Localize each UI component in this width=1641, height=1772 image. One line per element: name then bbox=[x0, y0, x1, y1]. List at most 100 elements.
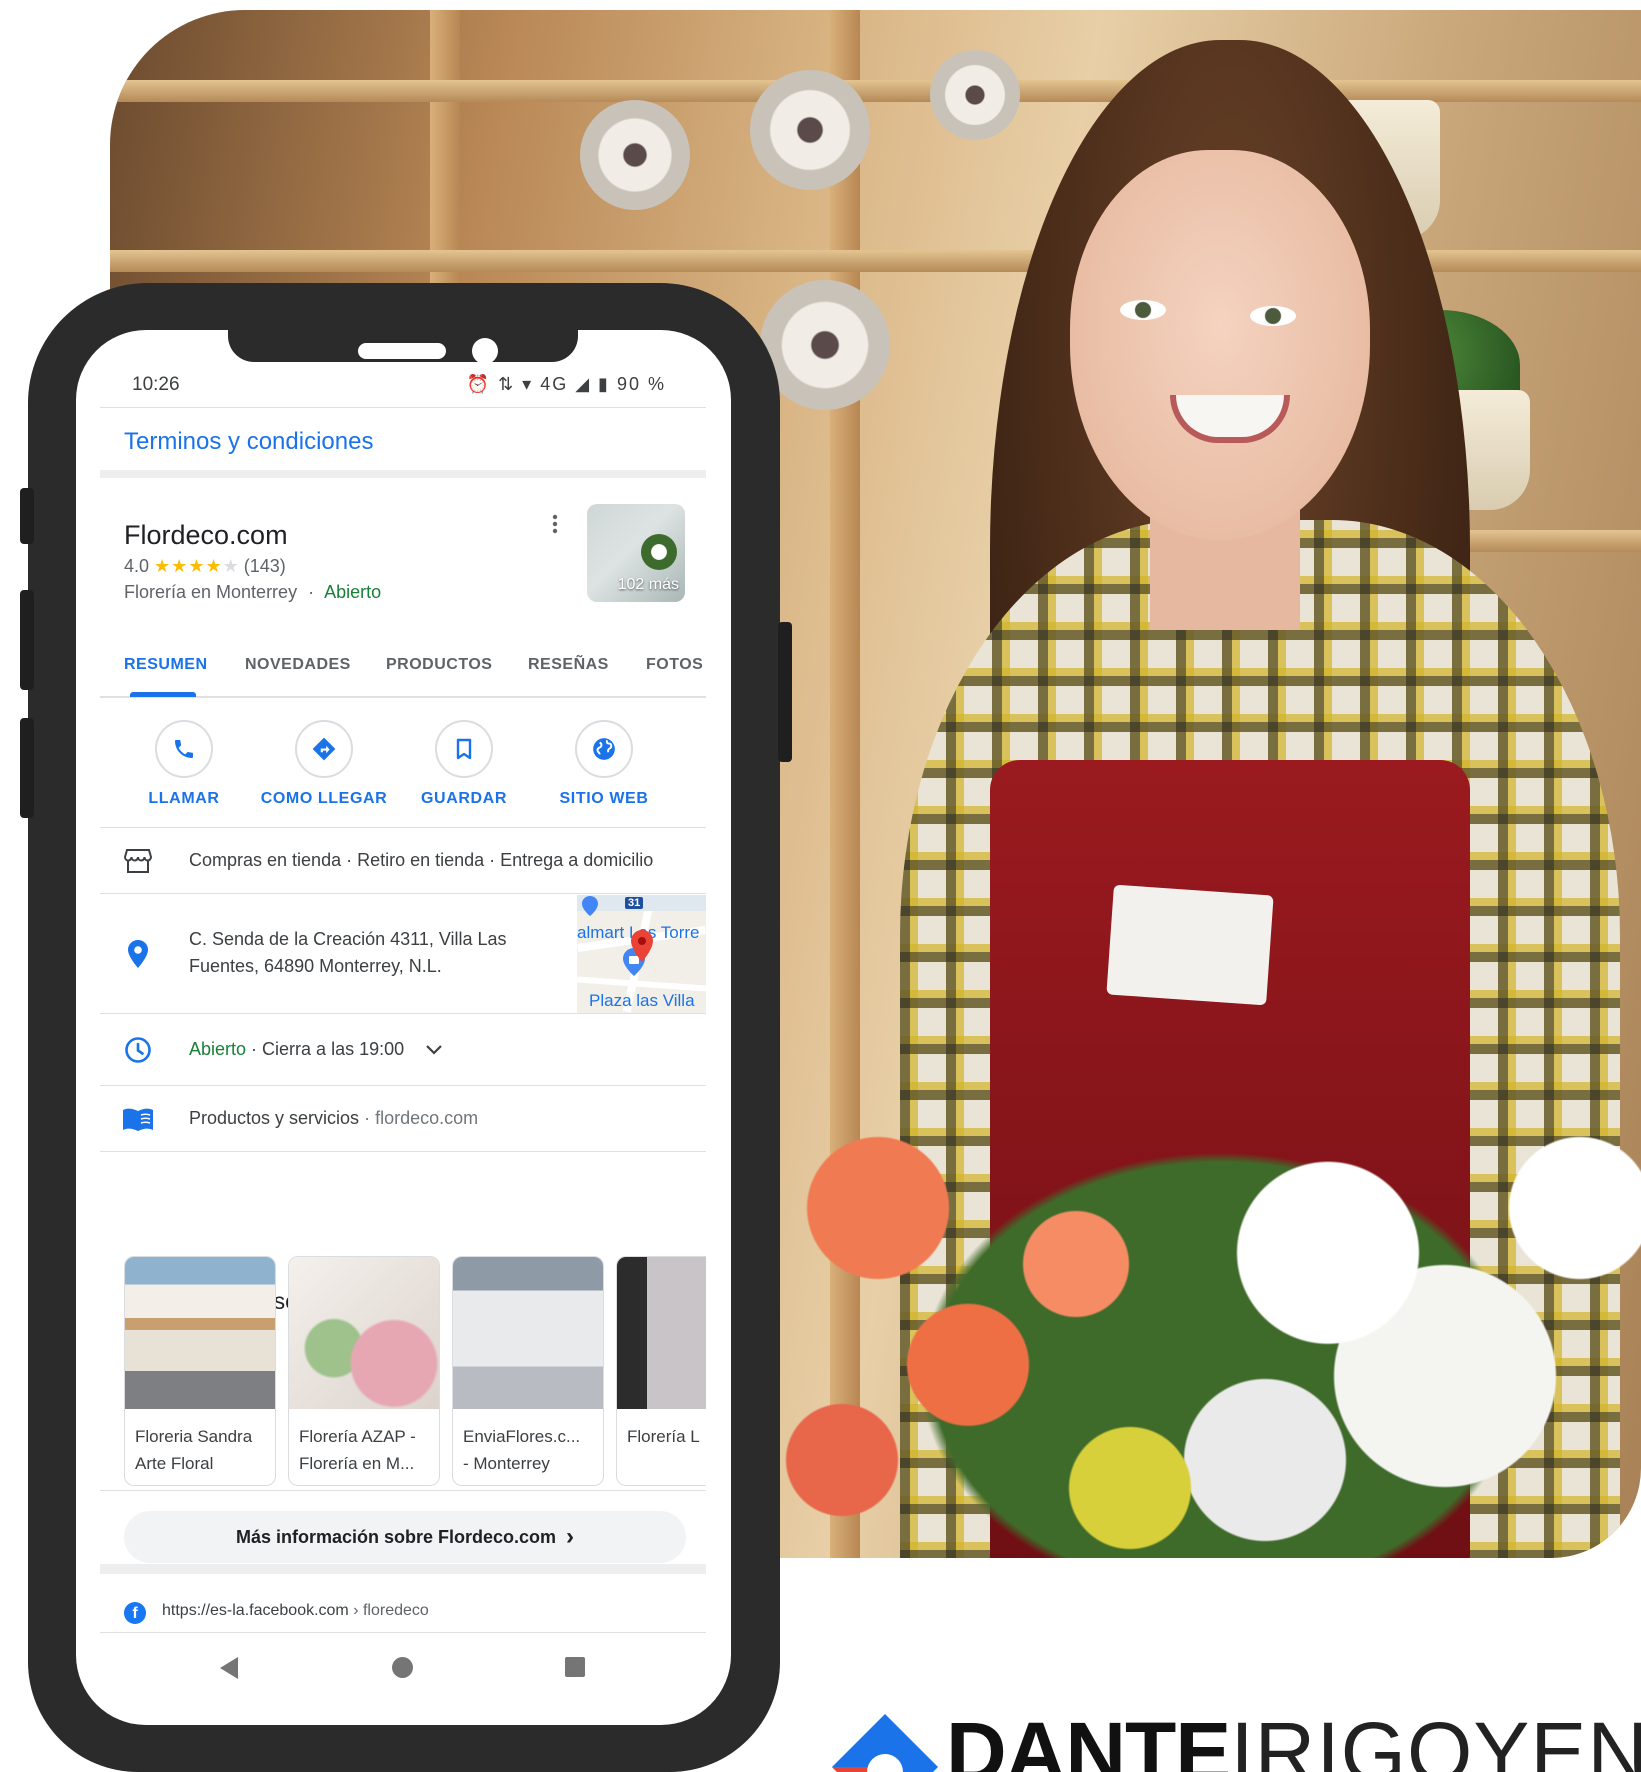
related-card-2[interactable]: Florería AZAP - Florería en M... bbox=[288, 1256, 440, 1486]
active-tab-indicator bbox=[130, 692, 196, 697]
tab-productos[interactable]: PRODUCTOS bbox=[386, 656, 492, 674]
more-vert-icon[interactable] bbox=[552, 514, 558, 540]
terms-section: Terminos y condiciones bbox=[100, 408, 706, 478]
home-icon[interactable] bbox=[392, 1657, 413, 1678]
address-row[interactable]: C. Senda de la Creación 4311, Villa Las … bbox=[100, 894, 706, 1014]
save-button[interactable]: GUARDAR bbox=[394, 720, 534, 808]
brand-wordmark: DANTEIRIGOYEN bbox=[946, 1710, 1641, 1772]
products-text: Productos y servicios · flordeco.com bbox=[189, 1105, 478, 1132]
action-buttons: LLAMAR COMO LLEGAR GUARDAR SITIO WEB bbox=[100, 700, 706, 828]
more-info-section: Más información sobre Flordeco.com › bbox=[100, 1490, 706, 1574]
ribbon-spool bbox=[760, 280, 890, 410]
tab-novedades[interactable]: NOVEDADES bbox=[245, 656, 351, 674]
flower-bouquet bbox=[770, 1040, 1641, 1558]
shelf-board bbox=[110, 80, 1641, 102]
ribbon-spool bbox=[750, 70, 870, 190]
ribbon-spool bbox=[580, 100, 690, 210]
name-tag bbox=[1106, 884, 1274, 1006]
map-road bbox=[577, 976, 706, 992]
business-photo-thumbnail[interactable]: 102 más bbox=[587, 504, 685, 602]
photo-count: 102 más bbox=[617, 576, 679, 593]
woman-eye bbox=[1250, 306, 1296, 326]
facebook-url: https://es-la.facebook.com › floredeco bbox=[162, 1602, 429, 1620]
address-text: C. Senda de la Creación 4311, Villa Las … bbox=[189, 926, 507, 980]
related-card-3[interactable]: EnviaFlores.c... - Monterrey bbox=[452, 1256, 604, 1486]
map-thumbnail[interactable]: 31 almart Las Torre Plaza las Villa bbox=[577, 895, 706, 1013]
category-separator: · bbox=[308, 582, 315, 602]
tab-bar: RESUMEN NOVEDADES PRODUCTOS RESEÑAS FOTO… bbox=[100, 638, 706, 698]
terms-link[interactable]: Terminos y condiciones bbox=[124, 428, 373, 456]
phone-power-button bbox=[778, 622, 792, 762]
brand-name-bold: DANTE bbox=[946, 1706, 1231, 1772]
directions-icon bbox=[295, 720, 353, 778]
hours-row[interactable]: Abierto · Cierra a las 19:00 bbox=[100, 1014, 706, 1086]
business-category-line: Florería en Monterrey · Abierto bbox=[124, 582, 381, 603]
recent-apps-icon[interactable] bbox=[565, 1657, 585, 1677]
back-icon[interactable] bbox=[220, 1657, 238, 1679]
services-row: Compras en tienda · Retiro en tienda · E… bbox=[100, 828, 706, 894]
star-empty-icon: ★ bbox=[222, 556, 239, 576]
phone-volume-up bbox=[20, 590, 34, 690]
related-subtitle-2: Florería en M... bbox=[299, 1454, 415, 1473]
globe-icon bbox=[575, 720, 633, 778]
map-poi-icon bbox=[582, 896, 598, 916]
clock-icon bbox=[122, 1034, 154, 1066]
phone-speaker bbox=[358, 343, 446, 359]
related-title-2: Florería AZAP - bbox=[299, 1427, 416, 1446]
call-button[interactable]: LLAMAR bbox=[114, 720, 254, 808]
business-header: Flordeco.com 4.0 ★★★★★ (143) Florería en… bbox=[100, 486, 706, 606]
tab-resenas[interactable]: RESEÑAS bbox=[528, 656, 609, 674]
status-icons: ⏰ ⇅ ▾ 4G ◢ ▮ 90 % bbox=[467, 374, 666, 395]
hours-close-time: · Cierra a las 19:00 bbox=[246, 1039, 405, 1059]
business-rating[interactable]: 4.0 ★★★★★ (143) bbox=[124, 556, 286, 577]
status-time: 10:26 bbox=[132, 374, 180, 395]
bookmark-icon bbox=[435, 720, 493, 778]
tab-fotos[interactable]: FOTOS bbox=[646, 656, 703, 674]
chevron-right-icon: › bbox=[566, 1523, 575, 1550]
products-row[interactable]: Productos y servicios · flordeco.com bbox=[100, 1086, 706, 1152]
hours-open-status: Abierto bbox=[189, 1039, 247, 1059]
more-info-button[interactable]: Más información sobre Flordeco.com › bbox=[124, 1511, 686, 1563]
facebook-path: › floredeco bbox=[348, 1602, 429, 1619]
facebook-result[interactable]: f https://es-la.facebook.com › floredeco bbox=[100, 1584, 706, 1626]
map-highway-shield: 31 bbox=[625, 897, 644, 909]
related-subtitle-3: - Monterrey bbox=[463, 1454, 550, 1473]
chevron-down-icon[interactable] bbox=[425, 1044, 443, 1056]
menu-book-icon bbox=[122, 1103, 154, 1135]
address-line-2: Fuentes, 64890 Monterrey, N.L. bbox=[189, 956, 442, 976]
brand-name-light: IRIGOYEN bbox=[1230, 1706, 1641, 1772]
more-info-label: Más información sobre Flordeco.com bbox=[235, 1526, 557, 1547]
related-card-1[interactable]: Floreria Sandra Arte Floral bbox=[124, 1256, 276, 1486]
products-label: Productos y servicios bbox=[189, 1108, 360, 1128]
related-image-2 bbox=[289, 1257, 439, 1409]
directions-button[interactable]: COMO LLEGAR bbox=[254, 720, 394, 808]
hours-text: Abierto · Cierra a las 19:00 bbox=[189, 1036, 443, 1063]
related-caption-2: Florería AZAP - Florería en M... bbox=[289, 1409, 439, 1477]
related-title-1: Floreria Sandra bbox=[135, 1427, 253, 1446]
related-caption-4: Florería L bbox=[617, 1409, 706, 1450]
google-business-panel: 10:26 ⏰ ⇅ ▾ 4G ◢ ▮ 90 % Terminos y condi… bbox=[100, 360, 706, 1700]
related-caption-1: Floreria Sandra Arte Floral bbox=[125, 1409, 275, 1477]
related-image-1 bbox=[125, 1257, 275, 1409]
related-caption-3: EnviaFlores.c... - Monterrey bbox=[453, 1409, 603, 1477]
facebook-domain: https://es-la.facebook.com bbox=[162, 1602, 349, 1619]
related-subtitle-1: Arte Floral bbox=[135, 1454, 214, 1473]
open-status: Abierto bbox=[324, 582, 382, 602]
phone-side-button bbox=[20, 488, 34, 544]
review-count: (143) bbox=[243, 556, 286, 576]
phone-icon bbox=[155, 720, 213, 778]
address-line-1: C. Senda de la Creación 4311, Villa Las bbox=[189, 929, 507, 949]
related-card-4[interactable]: Florería L bbox=[616, 1256, 706, 1486]
call-label: LLAMAR bbox=[148, 790, 220, 807]
red-map-pin-icon bbox=[631, 930, 653, 962]
business-name: Flordeco.com bbox=[124, 520, 288, 550]
tab-resumen[interactable]: RESUMEN bbox=[124, 656, 208, 674]
related-image-3 bbox=[453, 1257, 603, 1409]
business-category: Florería en Monterrey bbox=[124, 582, 298, 602]
facebook-icon: f bbox=[124, 1602, 146, 1624]
website-label: SITIO WEB bbox=[559, 790, 649, 807]
services-text: Compras en tienda · Retiro en tienda · E… bbox=[189, 850, 654, 870]
ribbon-spool bbox=[930, 50, 1020, 140]
products-site[interactable]: flordeco.com bbox=[375, 1108, 478, 1128]
website-button[interactable]: SITIO WEB bbox=[534, 720, 674, 808]
